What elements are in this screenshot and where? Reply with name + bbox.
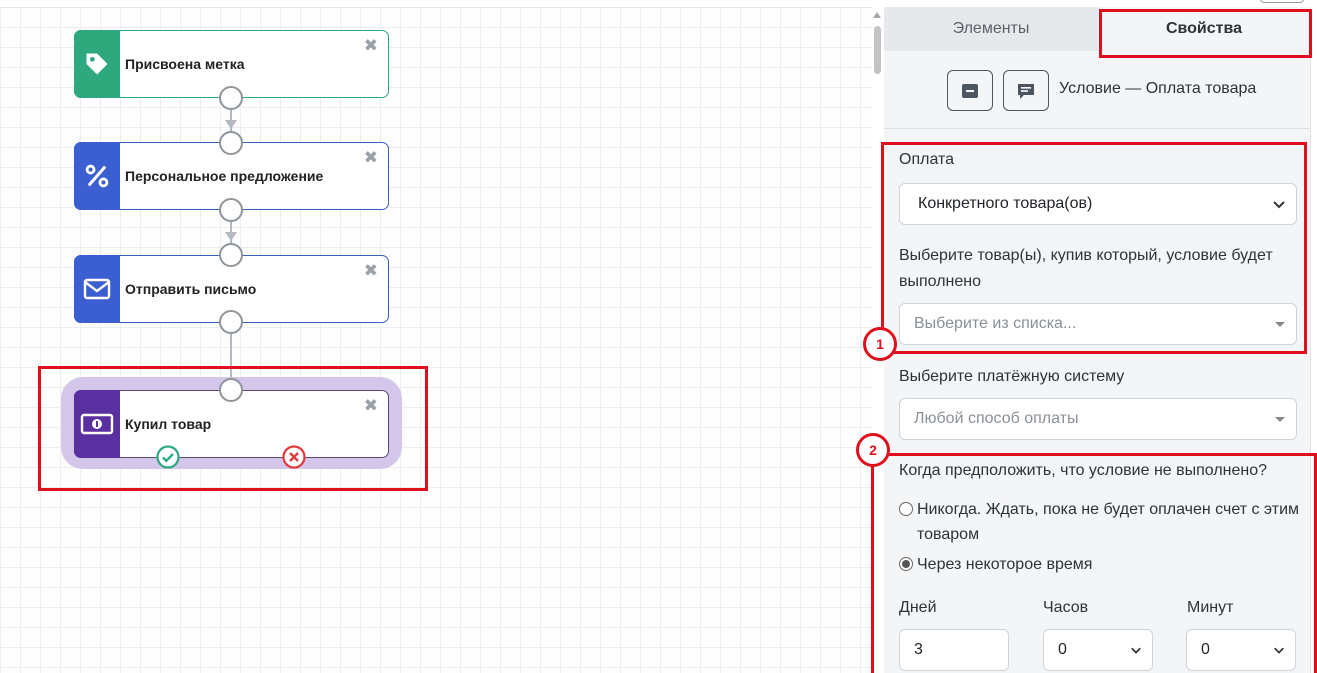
highlight-product-section: [881, 142, 1307, 354]
highlight-timing-section: [871, 453, 1317, 673]
caret-down-icon: [1275, 417, 1285, 422]
payment-system-label: Выберите платёжную систему: [899, 368, 1125, 385]
close-icon[interactable]: ✖: [364, 262, 378, 279]
payment-system-select[interactable]: Любой способ оплаты: [899, 398, 1297, 440]
scroll-up-icon[interactable]: [873, 12, 881, 18]
highlight-properties-tab: [1099, 9, 1312, 58]
highlight-selected-node: [38, 366, 428, 491]
tab-elements[interactable]: Элементы: [884, 7, 1098, 51]
input-port[interactable]: [219, 243, 243, 267]
connector-arrow: [225, 120, 237, 129]
close-icon[interactable]: ✖: [364, 37, 378, 54]
tag-icon: [74, 30, 120, 98]
output-port[interactable]: [219, 310, 243, 334]
condition-title: Условие — Оплата товара: [1059, 80, 1257, 97]
comment-button[interactable]: [1003, 70, 1049, 111]
input-port[interactable]: [219, 131, 243, 155]
envelope-icon: [74, 255, 120, 323]
payment-system-placeholder: Любой способ оплаты: [914, 410, 1079, 427]
divider: [884, 128, 1310, 129]
card-icon: [962, 83, 978, 98]
output-port[interactable]: [219, 198, 243, 222]
connector-arrow: [225, 232, 237, 241]
output-port[interactable]: [219, 86, 243, 110]
flow-canvas[interactable]: [0, 7, 872, 673]
description-button[interactable]: [947, 70, 993, 111]
corner-button[interactable]: [1260, 0, 1304, 3]
scrollbar-thumb[interactable]: [874, 26, 881, 74]
annotation-badge-2: 2: [856, 433, 890, 467]
annotation-badge-1: 1: [863, 327, 897, 361]
percent-icon: [74, 142, 120, 210]
close-icon[interactable]: ✖: [364, 149, 378, 166]
automation-editor: { "flow": { "nodes": [ { "title": "Присв…: [0, 0, 1317, 673]
comment-icon: [1018, 83, 1034, 99]
